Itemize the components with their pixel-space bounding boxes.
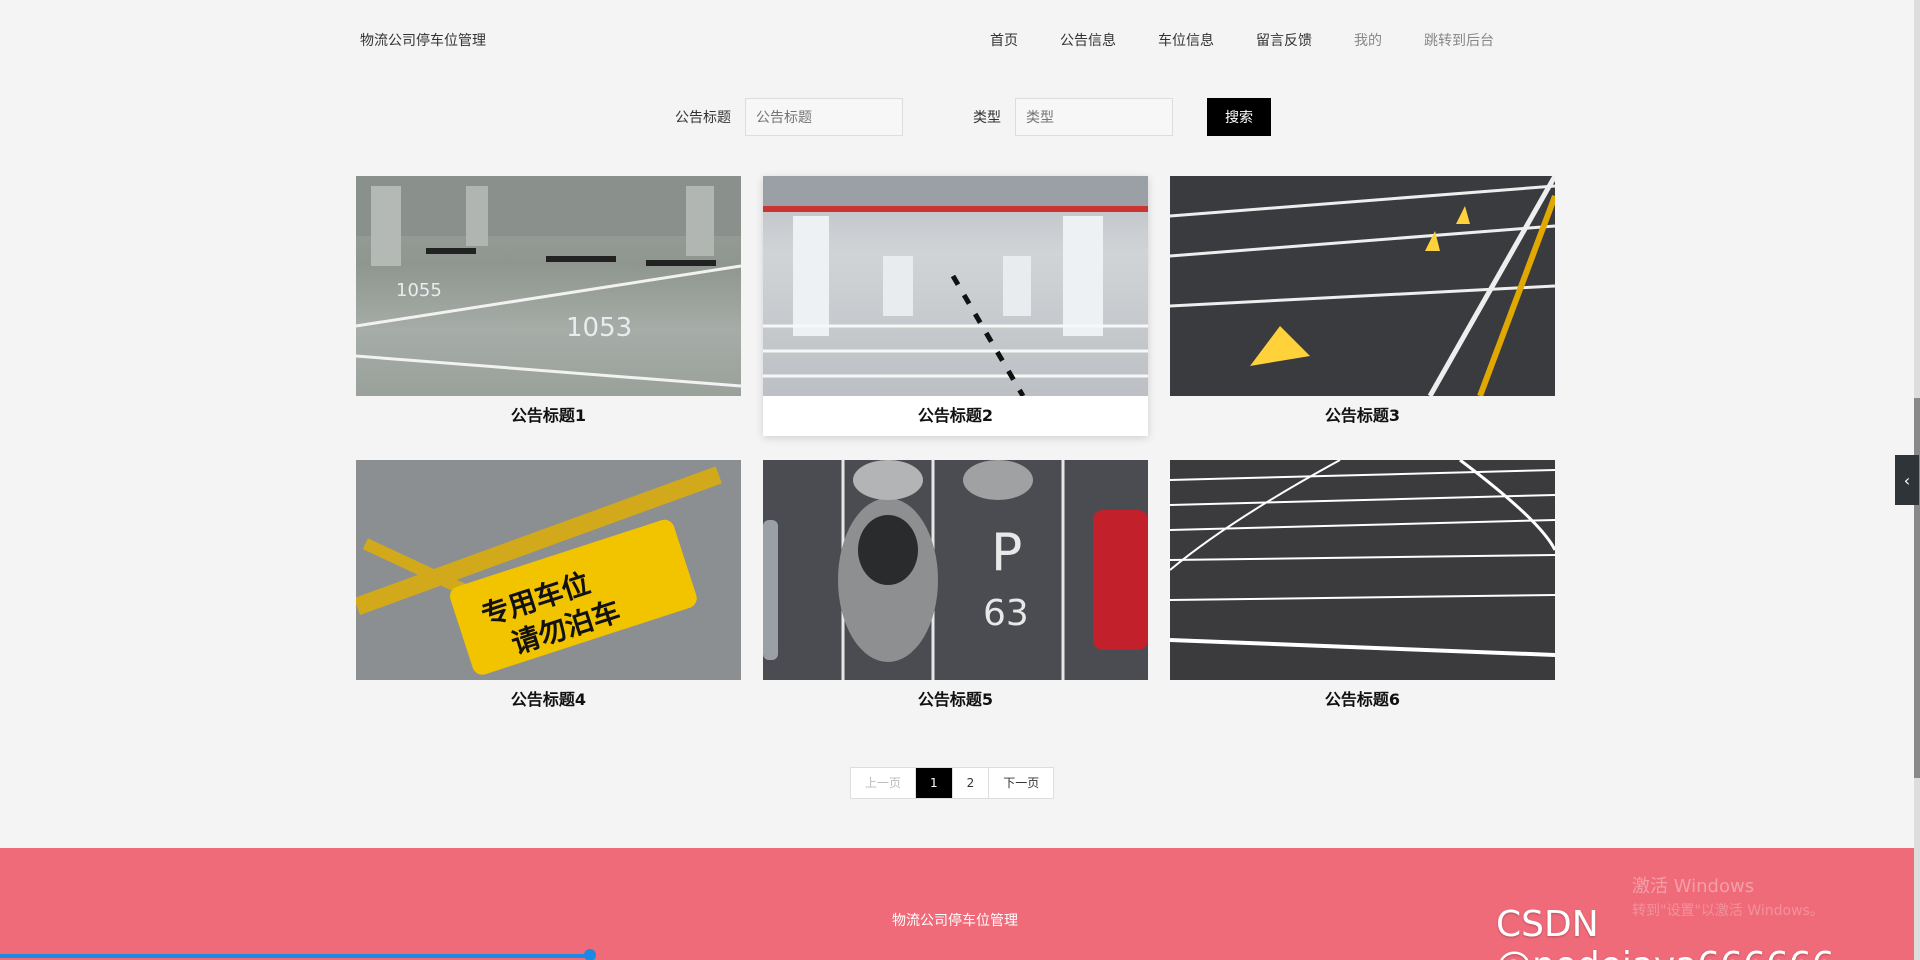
announcement-grid: 1055 1053 公告标题1 公告标题2 公告标题3 专用车位 请勿泊车 公告… — [356, 176, 1556, 720]
indoor-parking-image — [763, 176, 1148, 396]
card-title-4[interactable]: 公告标题4 — [356, 680, 741, 720]
card-2[interactable]: 公告标题2 — [763, 176, 1148, 436]
page-1-button[interactable]: 1 — [916, 768, 953, 798]
parking-garage-image: 1055 1053 — [356, 176, 741, 388]
next-page-button[interactable]: 下一页 — [989, 768, 1053, 798]
nav-mine[interactable]: 我的 — [1354, 30, 1382, 50]
cars-parking-image: P 63 — [763, 460, 1148, 680]
nav-announcements[interactable]: 公告信息 — [1060, 30, 1116, 50]
spot-letter: P — [991, 523, 1022, 583]
reserved-spot-image: 专用车位 请勿泊车 — [356, 460, 741, 680]
card-title-6[interactable]: 公告标题6 — [1170, 680, 1555, 720]
outdoor-parking-image — [1170, 176, 1555, 396]
card-title-3[interactable]: 公告标题3 — [1170, 396, 1555, 436]
type-input[interactable] — [1015, 98, 1173, 136]
nav-feedback[interactable]: 留言反馈 — [1256, 30, 1312, 50]
card-1[interactable]: 1055 1053 公告标题1 — [356, 176, 741, 436]
footer: 物流公司停车位管理 激活 Windows 转到"设置"以激活 Windows。 … — [0, 848, 1920, 960]
card-6[interactable]: 公告标题6 — [1170, 460, 1555, 720]
card-3[interactable]: 公告标题3 — [1170, 176, 1555, 436]
prev-page-button[interactable]: 上一页 — [851, 768, 917, 798]
search-bar: 公告标题 类型 搜索 — [675, 98, 1271, 136]
footer-text: 物流公司停车位管理 — [892, 913, 1018, 929]
card-4[interactable]: 专用车位 请勿泊车 公告标题4 — [356, 460, 741, 720]
windows-watermark-line1: 激活 Windows — [1632, 876, 1755, 897]
type-label: 类型 — [973, 110, 1001, 126]
site-brand[interactable]: 物流公司停车位管理 — [360, 30, 486, 50]
card-title-2[interactable]: 公告标题2 — [763, 396, 1148, 436]
lined-lot-image — [1170, 460, 1555, 680]
nav-home[interactable]: 首页 — [990, 30, 1018, 50]
page-2-button[interactable]: 2 — [953, 768, 990, 798]
card-title-1[interactable]: 公告标题1 — [356, 396, 741, 436]
page-progress-bar — [0, 949, 596, 960]
card-image-2[interactable] — [763, 176, 1148, 396]
csdn-watermark: CSDN @nodejava666666 — [1496, 904, 1835, 960]
card-image-6[interactable] — [1170, 460, 1555, 680]
chevron-left-icon[interactable]: ‹ — [1895, 455, 1919, 505]
stall-number-a: 1055 — [396, 280, 442, 301]
title-input[interactable] — [745, 98, 903, 136]
card-5[interactable]: P 63 公告标题5 — [763, 460, 1148, 720]
spot-number: 63 — [983, 593, 1029, 634]
top-nav: 首页 公告信息 车位信息 留言反馈 我的 跳转到后台 — [990, 30, 1494, 50]
card-image-4[interactable]: 专用车位 请勿泊车 — [356, 460, 741, 680]
card-image-1[interactable]: 1055 1053 — [356, 176, 741, 396]
header: 物流公司停车位管理 首页 公告信息 车位信息 留言反馈 我的 跳转到后台 — [0, 0, 1920, 80]
card-image-5[interactable]: P 63 — [763, 460, 1148, 680]
pagination: 上一页 1 2 下一页 — [850, 767, 1055, 799]
search-button[interactable]: 搜索 — [1207, 98, 1271, 136]
nav-parking-info[interactable]: 车位信息 — [1158, 30, 1214, 50]
title-label: 公告标题 — [675, 110, 731, 126]
card-image-3[interactable] — [1170, 176, 1555, 396]
card-title-5[interactable]: 公告标题5 — [763, 680, 1148, 720]
stall-number-b: 1053 — [566, 313, 632, 343]
nav-admin[interactable]: 跳转到后台 — [1424, 30, 1494, 50]
page: 物流公司停车位管理 首页 公告信息 车位信息 留言反馈 我的 跳转到后台 公告标… — [0, 0, 1920, 960]
